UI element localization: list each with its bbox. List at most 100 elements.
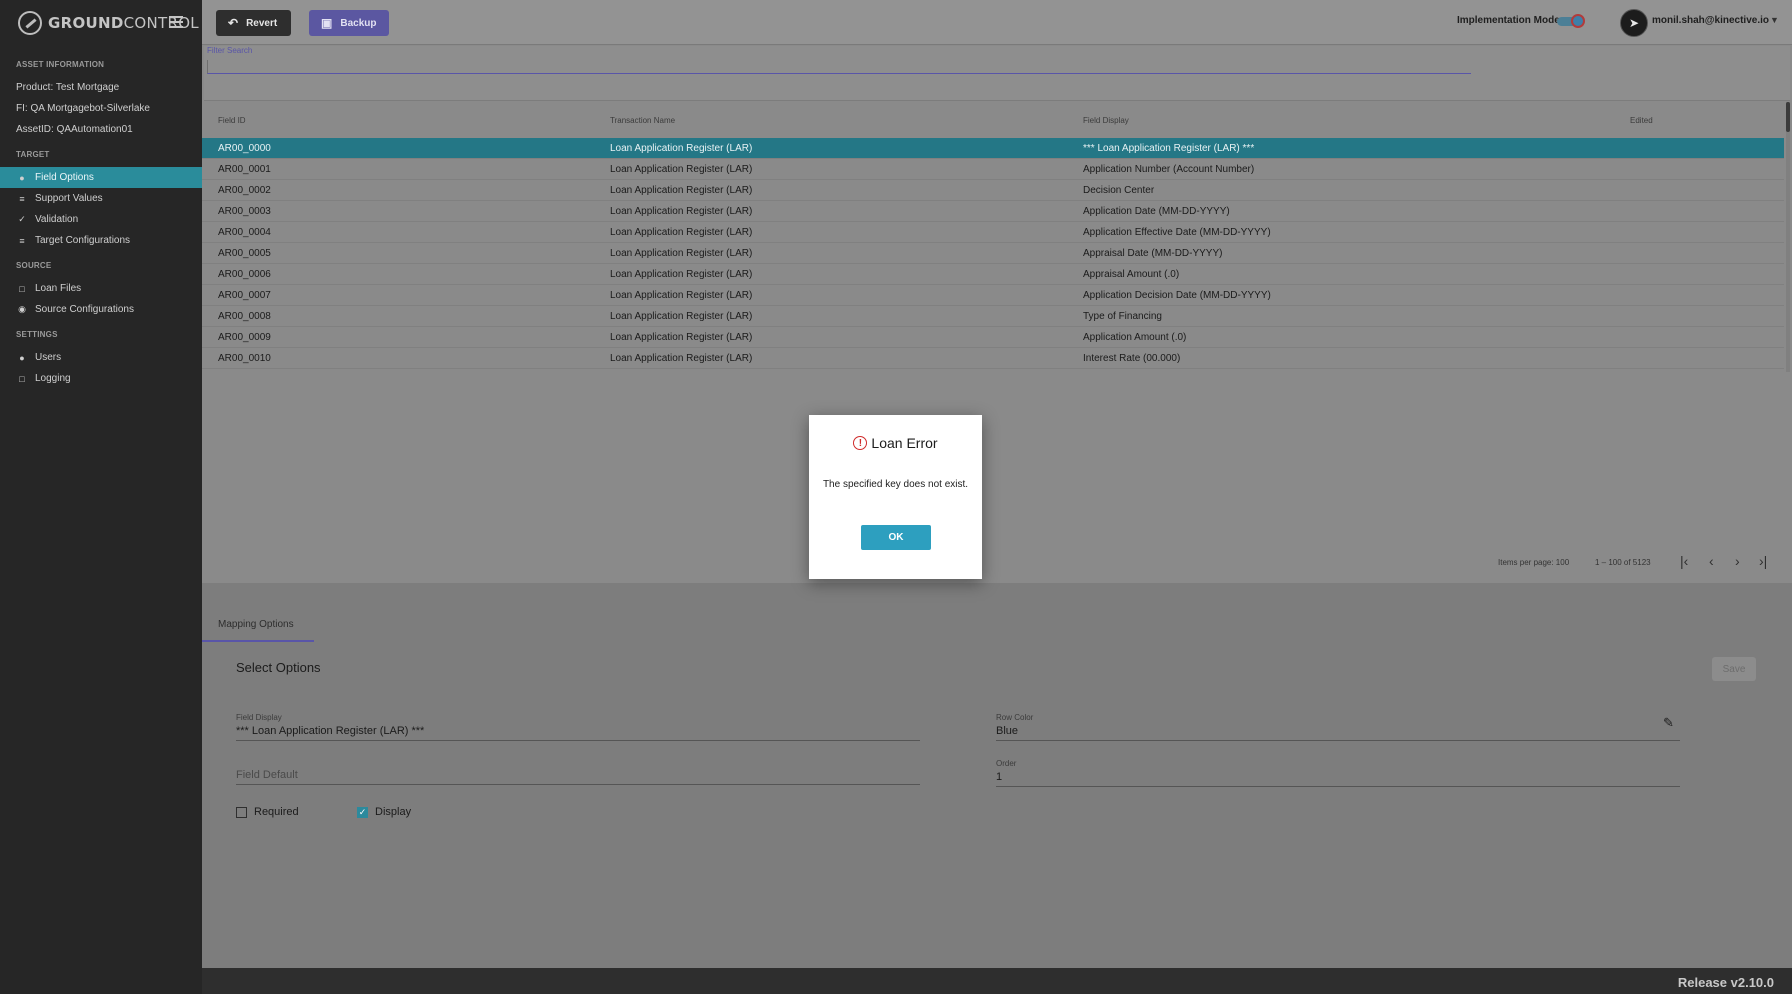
sidebar: GROUNDCONTROL ASSET INFORMATION Product:… <box>0 0 202 994</box>
field-default-input[interactable]: Field Default <box>236 769 920 785</box>
display-checkbox-box[interactable]: ✓ <box>357 806 368 818</box>
sidebar-item-logging[interactable]: □ Logging <box>0 368 202 389</box>
cell-field-id: AR00_0003 <box>218 205 271 217</box>
order-value[interactable]: 1 <box>996 771 1680 787</box>
fi-info: FI: QA Mortgagebot-Silverlake <box>16 103 150 114</box>
field-display-field[interactable]: Field Display *** Loan Application Regis… <box>236 713 920 741</box>
required-checkbox[interactable]: Required <box>236 806 299 818</box>
rocket-avatar-icon[interactable]: ➤ <box>1620 9 1648 37</box>
table-row[interactable]: AR00_0002 Loan Application Register (LAR… <box>202 180 1784 201</box>
page-range: 1 – 100 of 5123 <box>1595 558 1651 567</box>
next-page-icon[interactable]: › <box>1735 553 1740 569</box>
user-email[interactable]: monil.shah@kinective.io <box>1652 15 1769 26</box>
cell-field-display: Interest Rate (00.000) <box>1083 352 1181 364</box>
sidebar-item-users[interactable]: ● Users <box>0 347 202 368</box>
table-row[interactable]: AR00_0009 Loan Application Register (LAR… <box>202 327 1784 348</box>
table-row[interactable]: AR00_0001 Loan Application Register (LAR… <box>202 159 1784 180</box>
cell-field-display: Appraisal Date (MM-DD-YYYY) <box>1083 247 1223 259</box>
header-field-display[interactable]: Field Display <box>1083 116 1630 125</box>
row-color-label: Row Color <box>996 713 1034 722</box>
header-field-id[interactable]: Field ID <box>202 116 610 125</box>
cell-field-display: Type of Financing <box>1083 310 1162 322</box>
cell-transaction-name: Loan Application Register (LAR) <box>610 184 753 196</box>
sliders-icon: ≡ <box>19 235 25 246</box>
table-row[interactable]: AR00_0004 Loan Application Register (LAR… <box>202 222 1784 243</box>
previous-page-icon[interactable]: ‹ <box>1709 553 1714 569</box>
table-row[interactable]: AR00_0000 Loan Application Register (LAR… <box>202 138 1784 159</box>
cell-field-display: Appraisal Amount (.0) <box>1083 268 1180 280</box>
dialog-title: ! Loan Error <box>809 435 982 451</box>
cell-transaction-name: Loan Application Register (LAR) <box>610 205 753 217</box>
cell-transaction-name: Loan Application Register (LAR) <box>610 268 753 280</box>
cell-field-display: Application Effective Date (MM-DD-YYYY) <box>1083 226 1271 238</box>
row-color-value[interactable]: Blue <box>996 725 1680 741</box>
required-label: Required <box>254 806 299 818</box>
field-display-label: Field Display <box>236 713 282 722</box>
cell-field-display: Decision Center <box>1083 184 1155 196</box>
table-header: Field ID Transaction Name Field Display … <box>202 102 1784 138</box>
cell-field-id: AR00_0000 <box>218 142 271 154</box>
sidebar-item-support-values[interactable]: ≡ Support Values <box>0 188 202 209</box>
cell-field-id: AR00_0002 <box>218 184 271 196</box>
sidebar-item-field-options[interactable]: ● Field Options <box>0 167 202 188</box>
users-icon: ● <box>19 352 25 363</box>
backup-icon: ▣ <box>321 16 333 30</box>
footer: Release v2.10.0 <box>202 968 1792 994</box>
table-scrollbar-thumb[interactable] <box>1786 102 1790 132</box>
target-section-title: TARGET <box>16 150 50 159</box>
sidebar-item-loan-files[interactable]: □ Loan Files <box>0 278 202 299</box>
tab-mapping-options[interactable]: Mapping Options <box>218 619 294 630</box>
required-checkbox-box[interactable] <box>236 806 247 818</box>
fields-table: Field ID Transaction Name Field Display … <box>202 102 1784 369</box>
cell-field-display: Application Date (MM-DD-YYYY) <box>1083 205 1230 217</box>
cell-field-display: Application Decision Date (MM-DD-YYYY) <box>1083 289 1271 301</box>
filter-search-input[interactable] <box>207 60 1471 74</box>
cell-transaction-name: Loan Application Register (LAR) <box>610 310 753 322</box>
chevron-down-icon[interactable]: ▼ <box>1770 15 1779 25</box>
sidebar-item-validation[interactable]: ✓ Validation <box>0 209 202 230</box>
cell-field-id: AR00_0001 <box>218 163 271 175</box>
ok-button[interactable]: OK <box>861 525 931 550</box>
cell-transaction-name: Loan Application Register (LAR) <box>610 163 753 175</box>
table-row[interactable]: AR00_0010 Loan Application Register (LAR… <box>202 348 1784 369</box>
log-icon: □ <box>19 373 25 384</box>
table-row[interactable]: AR00_0008 Loan Application Register (LAR… <box>202 306 1784 327</box>
product-info: Product: Test Mortgage <box>16 82 120 93</box>
release-version: Release v2.10.0 <box>1677 975 1774 990</box>
table-row[interactable]: AR00_0005 Loan Application Register (LAR… <box>202 243 1784 264</box>
first-page-icon[interactable]: |‹ <box>1680 553 1688 569</box>
implementation-mode-toggle[interactable] <box>1557 14 1587 28</box>
file-icon: □ <box>19 283 25 294</box>
toolbar: ↶ Revert ▣ Backup Implementation Mode ➤ … <box>202 0 1792 45</box>
table-scrollbar[interactable] <box>1786 102 1790 372</box>
header-transaction-name[interactable]: Transaction Name <box>610 116 1083 125</box>
row-color-field[interactable]: Row Color Blue <box>996 713 1680 741</box>
save-button[interactable]: Save <box>1712 657 1756 681</box>
table-row[interactable]: AR00_0003 Loan Application Register (LAR… <box>202 201 1784 222</box>
main-content: ↶ Revert ▣ Backup Implementation Mode ➤ … <box>202 0 1792 994</box>
order-label: Order <box>996 759 1017 768</box>
table-row[interactable]: AR00_0007 Loan Application Register (LAR… <box>202 285 1784 306</box>
edit-pencil-icon[interactable]: ✎ <box>1663 715 1674 731</box>
last-page-icon[interactable]: ›| <box>1759 553 1767 569</box>
items-per-page[interactable]: Items per page: 100 <box>1498 558 1569 567</box>
cell-field-display: *** Loan Application Register (LAR) *** <box>1083 142 1255 154</box>
field-display-value[interactable]: *** Loan Application Register (LAR) *** <box>236 725 920 741</box>
revert-button[interactable]: ↶ Revert <box>216 10 291 36</box>
display-checkbox[interactable]: ✓ Display <box>357 806 411 818</box>
cell-transaction-name: Loan Application Register (LAR) <box>610 142 753 154</box>
table-row[interactable]: AR00_0006 Loan Application Register (LAR… <box>202 264 1784 285</box>
cell-field-id: AR00_0009 <box>218 331 271 343</box>
logo-icon <box>18 10 42 35</box>
undo-icon: ↶ <box>228 16 239 30</box>
backup-button[interactable]: ▣ Backup <box>309 10 389 36</box>
check-icon: ✓ <box>18 214 26 224</box>
hamburger-menu-icon[interactable] <box>169 16 183 28</box>
field-default-field[interactable]: Field Default <box>236 769 920 785</box>
location-pin-icon: ● <box>19 172 25 183</box>
sidebar-item-target-configurations[interactable]: ≡ Target Configurations <box>0 230 202 251</box>
order-field[interactable]: Order 1 <box>996 759 1680 787</box>
header-edited[interactable]: Edited <box>1630 116 1780 125</box>
sidebar-item-source-configurations[interactable]: ◉ Source Configurations <box>0 299 202 320</box>
cell-field-display: Application Amount (.0) <box>1083 331 1187 343</box>
